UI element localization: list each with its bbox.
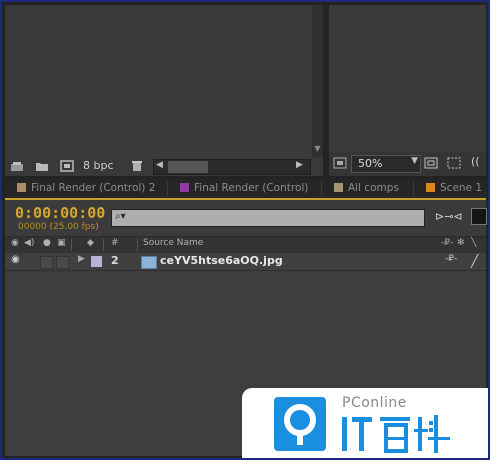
lock-toggle[interactable]	[56, 256, 69, 269]
scroll-right-arrow-icon[interactable]: ▶	[296, 160, 303, 170]
shy-switch-icon[interactable]: -₽-	[445, 254, 457, 264]
tab-color-swatch	[426, 183, 435, 192]
tab-label: Final Render (Control)	[194, 182, 309, 194]
collapse-transformations-icon[interactable]: ✻	[457, 238, 465, 248]
quality-switch-icon[interactable]: ╱	[471, 254, 478, 268]
layer-row[interactable]: ◉ ▶ 2 ceYV5htse6aOQ.jpg -₽- ╱	[5, 253, 486, 271]
safe-margins-icon[interactable]	[424, 157, 438, 169]
solo-icon[interactable]: ●	[43, 238, 51, 248]
tab-color-swatch	[17, 183, 26, 192]
layer-column-header: ◉ ◀) ● ▣ ◆ # Source Name -₽- ✻ ╲	[5, 236, 486, 253]
tab-divider	[321, 181, 322, 196]
chevron-down-icon: ▼	[411, 156, 418, 166]
image-file-icon	[141, 256, 157, 269]
graph-editor-icon[interactable]	[471, 208, 487, 225]
search-icon: ⌕▾	[115, 211, 126, 222]
region-of-interest-icon[interactable]	[447, 157, 461, 169]
video-visibility-icon[interactable]: ◉	[11, 238, 19, 248]
new-comp-icon[interactable]	[60, 160, 74, 172]
pconline-brand-text: PConline	[342, 395, 407, 411]
resolution-dropdown[interactable]: ((	[471, 155, 480, 168]
lock-icon[interactable]: ▣	[57, 238, 66, 248]
column-number[interactable]: #	[111, 238, 119, 248]
column-source-name[interactable]: Source Name	[143, 238, 203, 248]
pconline-watermark: PConline	[242, 388, 488, 458]
solo-toggle[interactable]	[40, 256, 53, 269]
tab-color-swatch	[180, 183, 189, 192]
tab-label: All comps	[348, 182, 399, 194]
column-divider	[71, 239, 72, 251]
tab-final-render-control-2[interactable]: Final Render (Control) 2	[17, 179, 155, 198]
it-baike-logo-text	[342, 415, 450, 453]
column-divider	[137, 239, 138, 251]
project-toolbar: 8 bpc ◀ ▶	[5, 157, 323, 176]
interpret-footage-icon[interactable]	[10, 160, 24, 172]
tab-all-comps[interactable]: All comps	[334, 179, 399, 198]
layer-source-name[interactable]: ceYV5htse6aOQ.jpg	[160, 254, 283, 267]
label-tag-icon[interactable]: ◆	[87, 238, 94, 248]
audio-icon[interactable]: ◀)	[24, 238, 34, 248]
scroll-down-arrow-icon[interactable]: ▼	[312, 143, 323, 155]
scrollbar-thumb[interactable]	[168, 161, 208, 173]
project-horizontal-scrollbar[interactable]: ◀ ▶	[153, 159, 311, 175]
tab-color-swatch	[334, 183, 343, 192]
new-folder-icon[interactable]	[35, 160, 49, 172]
timeline-header: 0:00:00:00 00000 (25.00 fps) ⌕▾ ⊳⊸⊲	[5, 198, 487, 236]
eye-visibility-icon[interactable]: ◉	[11, 254, 20, 265]
trash-icon[interactable]	[130, 160, 144, 172]
pconline-logo-icon	[274, 397, 326, 451]
timeline-tab-bar: Final Render (Control) 2 Final Render (C…	[5, 179, 486, 198]
layer-number: 2	[111, 254, 119, 267]
column-divider	[103, 239, 104, 251]
expand-triangle-icon[interactable]: ▶	[78, 254, 85, 264]
tab-divider	[413, 181, 414, 196]
current-time-display[interactable]: 0:00:00:00	[15, 204, 105, 222]
after-effects-window: ▼ 8 bpc ◀ ▶ 50% ▼ ((Final Render (Contr…	[0, 0, 490, 460]
project-vertical-scrollbar[interactable]	[312, 5, 323, 157]
shy-switch-icon[interactable]: -₽-	[441, 238, 453, 248]
tab-label: Scene 1	[440, 182, 483, 194]
layer-label-color[interactable]	[91, 256, 102, 267]
frame-rate-info: 00000 (25.00 fps)	[18, 222, 99, 232]
tab-label: Final Render (Control) 2	[31, 182, 156, 194]
tab-final-render-control[interactable]: Final Render (Control)	[180, 179, 308, 198]
always-preview-icon[interactable]	[333, 157, 347, 169]
zoom-value: 50%	[358, 157, 383, 170]
tab-divider	[167, 181, 168, 196]
viewer-toolbar: 50% ▼ ((	[329, 152, 486, 176]
tab-scene-1[interactable]: Scene 1	[426, 179, 482, 198]
magnification-dropdown[interactable]: 50% ▼	[351, 155, 421, 173]
bit-depth-label[interactable]: 8 bpc	[83, 159, 114, 172]
layer-search-input[interactable]: ⌕▾	[111, 209, 425, 227]
composition-viewer-panel: 50% ▼ ((	[329, 5, 486, 176]
quality-switch-icon[interactable]: ╲	[471, 238, 476, 248]
project-panel: ▼ 8 bpc ◀ ▶	[5, 5, 323, 176]
scroll-left-arrow-icon[interactable]: ◀	[156, 160, 163, 170]
composition-mini-flowchart-icon[interactable]: ⊳⊸⊲	[435, 210, 463, 223]
